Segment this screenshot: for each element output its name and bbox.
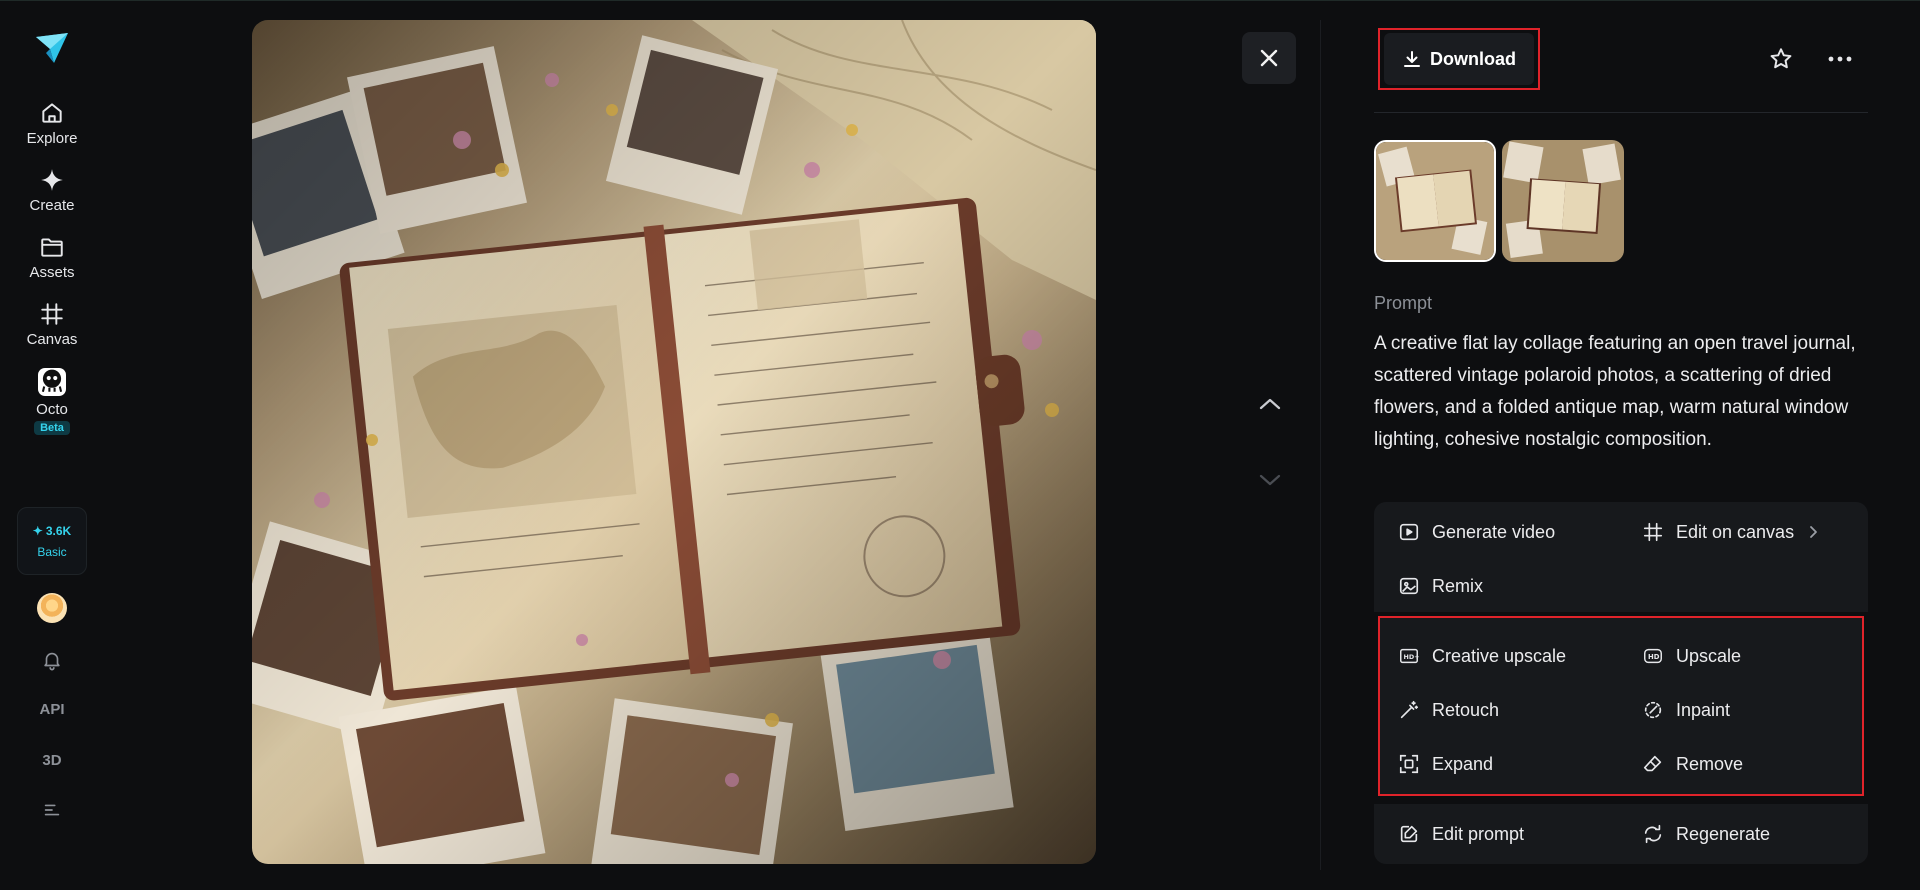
home-icon [42,103,62,123]
upscale-button[interactable]: HD Upscale [1642,642,1741,670]
canvas-icon [41,303,63,325]
chevron-right-icon [1810,526,1817,538]
app-logo-icon[interactable] [32,28,72,68]
beta-badge: Beta [34,421,70,435]
remix-label: Remix [1432,575,1484,596]
image-tools-group: HD+ Creative upscale HD Upscale Retouch … [1378,616,1864,796]
sidebar-item-create[interactable]: Create [12,167,92,214]
edit-on-canvas-button[interactable]: Edit on canvas [1642,518,1818,546]
prompt-label: Prompt [1374,293,1433,313]
play-video-icon [1399,523,1419,541]
regenerate-button[interactable]: Regenerate [1642,820,1770,848]
sidebar-item-label: Explore [26,130,78,147]
api-link[interactable]: API [32,701,72,718]
sidebar-item-octo[interactable]: Octo Beta [12,368,92,435]
sidebar-item-assets[interactable]: Assets [12,234,92,281]
hd-icon: HD [1644,648,1662,664]
sidebar-item-label: Assets [29,264,75,281]
generated-image[interactable] [252,20,1096,864]
edit-prompt-icon [1400,825,1418,843]
upscale-label: Upscale [1676,645,1742,666]
sidebar-item-explore[interactable]: Explore [12,100,92,147]
chevron-up-icon [1259,398,1281,410]
remix-image-icon [1399,577,1419,595]
actions-group-primary: Generate video Edit on canvas Remix [1374,502,1868,612]
edit-prompt-button[interactable]: Edit prompt [1398,820,1524,848]
sidebar-item-label: Canvas [26,331,78,348]
prompt-text: A creative flat lay collage featuring an… [1374,333,1856,450]
close-icon [1260,49,1278,67]
inpaint-label: Inpaint [1676,699,1731,720]
expand-button[interactable]: Expand [1398,750,1493,778]
edit-prompt-label: Edit prompt [1432,823,1525,844]
plan-label: Basic [37,544,67,559]
octo-icon [38,368,66,396]
sidebar-item-label: Octo [36,401,68,418]
more-horizontal-icon [1828,56,1852,62]
credits-widget[interactable]: ✦ 3.6K Basic [17,507,87,575]
header-divider [1374,112,1868,113]
top-border [0,0,1920,1]
credits-amount: ✦ 3.6K [33,524,71,538]
remove-label: Remove [1676,753,1744,774]
thumbnail-1[interactable] [1374,140,1496,262]
regenerate-icon [1644,824,1662,844]
download-icon [1404,51,1420,67]
star-spark-icon: ✦ [32,523,43,538]
credits-value: 3.6K [45,523,72,538]
star-icon [1770,48,1792,69]
creative-upscale-label: Creative upscale [1432,645,1567,666]
remove-button[interactable]: Remove [1642,750,1743,778]
notifications-bell-icon[interactable] [32,649,72,675]
more-options-button[interactable] [1822,42,1858,76]
favorite-button[interactable] [1764,42,1798,76]
expand-frame-icon [1399,754,1419,774]
thumbnail-2[interactable] [1502,140,1624,262]
folder-icon [41,238,63,257]
3d-link[interactable]: 3D [32,752,72,769]
next-image-button[interactable] [1252,462,1288,498]
avatar[interactable] [37,593,67,623]
download-label: Download [1430,48,1516,69]
edit-on-canvas-label: Edit on canvas [1676,521,1795,542]
actions-group-bottom: Edit prompt Regenerate [1374,804,1868,864]
inpaint-brush-icon [1644,701,1662,719]
previous-image-button[interactable] [1252,386,1288,422]
panel-divider [1320,20,1321,870]
sparkle-icon [41,169,63,191]
regenerate-label: Regenerate [1676,823,1771,844]
menu-lines-icon[interactable] [32,799,72,825]
close-button[interactable] [1242,32,1296,84]
retouch-label: Retouch [1432,699,1500,720]
sidebar-item-label: Create [29,197,75,214]
expand-label: Expand [1432,753,1494,774]
canvas-icon [1643,522,1663,542]
magic-wand-icon [1400,700,1419,719]
generate-video-label: Generate video [1432,521,1556,542]
generate-video-button[interactable]: Generate video [1398,518,1555,546]
download-button[interactable]: Download [1378,28,1540,90]
hd-plus-icon: HD+ [1400,648,1420,664]
inpaint-button[interactable]: Inpaint [1642,696,1730,724]
creative-upscale-button[interactable]: HD+ Creative upscale [1398,642,1566,670]
eraser-icon [1643,755,1662,772]
retouch-button[interactable]: Retouch [1398,696,1499,724]
svg-text:HD+: HD+ [1404,653,1420,661]
remix-button[interactable]: Remix [1398,572,1483,600]
download-button-inner: Download [1384,33,1534,85]
svg-text:HD: HD [1648,653,1660,661]
chevron-down-icon [1259,474,1281,486]
sidebar: Explore Create Assets Canvas Octo Beta ✦… [0,0,104,890]
sidebar-item-canvas[interactable]: Canvas [12,301,92,348]
